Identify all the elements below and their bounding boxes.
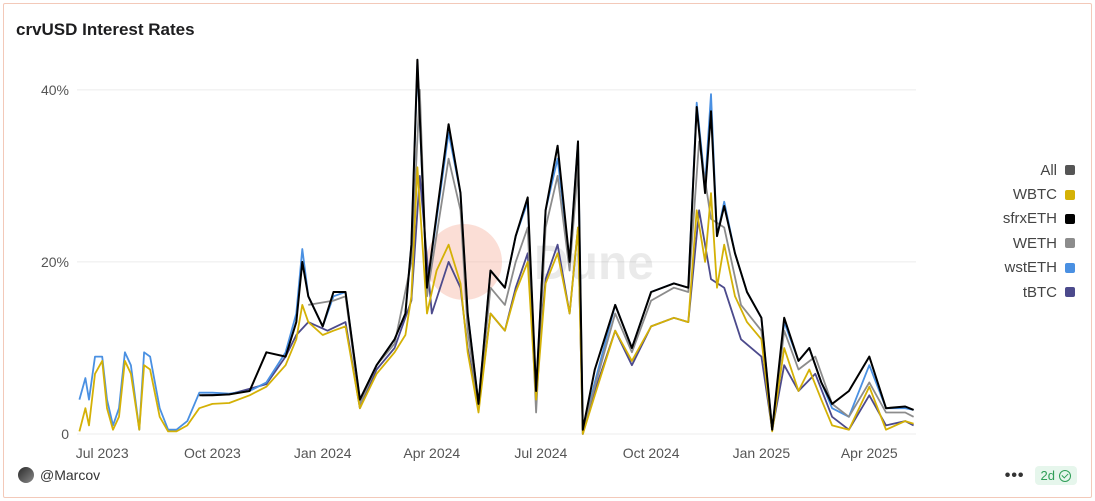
x-tick-label-6: Jan 2025	[733, 445, 791, 461]
check-circle-icon	[1059, 469, 1071, 482]
y-axis-ticks: 0 20% 40%	[41, 82, 69, 442]
line-chart: 0 20% 40% Jul 2023 Oct 2023 Jan 2024 Apr 2024…	[41, 58, 916, 461]
x-tick-label-2: Jan 2024	[294, 445, 352, 461]
legend-label: sfrxETH	[1002, 210, 1057, 228]
legend-swatch	[1065, 287, 1075, 298]
x-axis-ticks: Jul 2023 Oct 2023 Jan 2024 Apr 2024 Jul 2024…	[76, 445, 898, 461]
x-tick-label-7: Apr 2025	[841, 445, 898, 461]
x-tick-label-3: Apr 2024	[403, 445, 460, 461]
badge-label: 2d	[1040, 468, 1055, 483]
legend-label: tBTC	[1022, 283, 1057, 301]
legend-item-weth[interactable]: WETH	[1003, 231, 1075, 255]
legend-label: wstETH	[1004, 259, 1058, 277]
svg-text:Dune: Dune	[534, 237, 654, 290]
legend-swatch	[1065, 189, 1075, 200]
chart-card: crvUSD Interest Rates 0 20% 40% Jul 2023 Oc…	[3, 3, 1092, 498]
x-tick-label-1: Oct 2023	[184, 445, 241, 461]
legend-item-wsteth[interactable]: wstETH	[1003, 256, 1075, 280]
y-tick-label-2: 40%	[41, 82, 69, 98]
refresh-badge[interactable]: 2d	[1034, 466, 1077, 485]
y-tick-label-0: 0	[61, 426, 69, 442]
legend-swatch	[1065, 238, 1075, 249]
avatar	[18, 467, 34, 483]
footer-actions: ••• 2d	[1005, 466, 1077, 485]
legend-swatch	[1065, 262, 1075, 273]
author-name: @Marcov	[40, 467, 101, 483]
legend-label: WBTC	[1012, 186, 1057, 204]
legend-label: All	[1040, 161, 1057, 179]
ellipsis-icon[interactable]: •••	[1005, 467, 1025, 485]
legend-item-all[interactable]: All	[1003, 158, 1075, 182]
legend-item-tbtc[interactable]: tBTC	[1003, 280, 1075, 304]
legend-item-sfrxeth[interactable]: sfrxETH	[1003, 207, 1075, 231]
x-tick-label-5: Oct 2024	[623, 445, 680, 461]
x-tick-label-4: Jul 2024	[514, 445, 567, 461]
x-tick-label-0: Jul 2023	[76, 445, 129, 461]
legend-swatch	[1065, 165, 1075, 176]
legend: All WBTC sfrxETH WETH wstETH tBTC	[1003, 158, 1075, 304]
series-line-wbtc	[78, 166, 914, 435]
legend-item-wbtc[interactable]: WBTC	[1003, 182, 1075, 206]
legend-label: WETH	[1012, 234, 1057, 252]
legend-swatch	[1065, 213, 1075, 224]
y-tick-label-1: 20%	[41, 254, 69, 270]
author-tag[interactable]: @Marcov	[18, 467, 100, 483]
